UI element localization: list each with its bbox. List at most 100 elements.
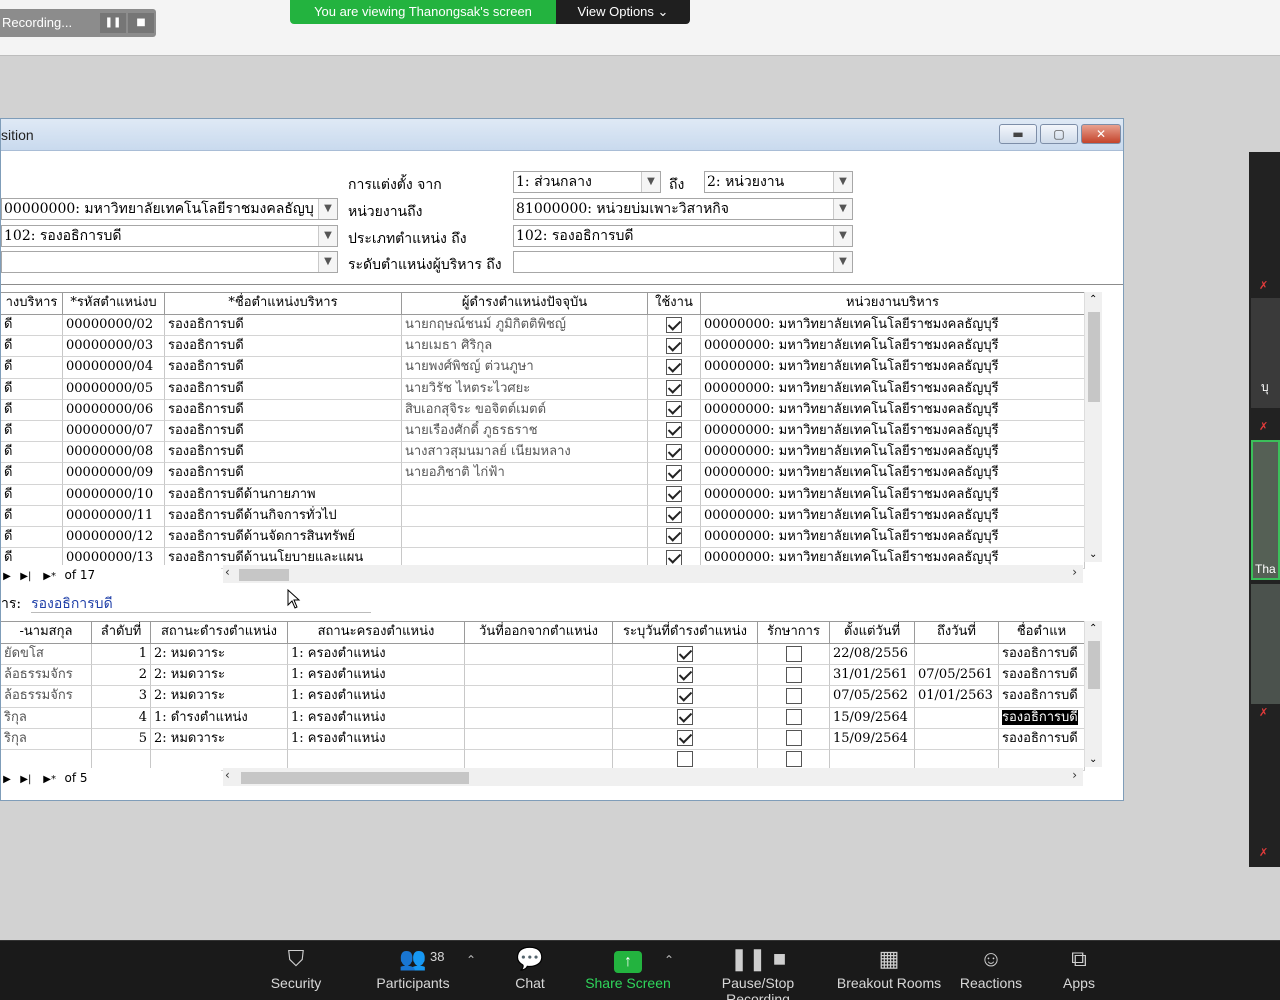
cell-current-holder[interactable]: นายเรืองศักดิ์ ภูธรธราช xyxy=(402,420,648,443)
chevron-right-icon[interactable]: › xyxy=(1072,565,1077,579)
column-header[interactable]: ตั้งแต่วันที่ xyxy=(830,622,915,644)
cell-active[interactable] xyxy=(648,357,701,379)
cell-org[interactable]: 00000000: มหาวิทยาลัยเทคโนโลยีราชมงคลธัญ… xyxy=(701,526,1085,549)
cell-acting[interactable] xyxy=(758,728,830,750)
cell-position-code[interactable]: 00000000/12 xyxy=(63,526,165,549)
cell-col0[interactable]: ดี xyxy=(1,442,63,464)
cell-hold-status[interactable]: 2: หมดวาระ xyxy=(151,686,288,708)
table-row[interactable]: ดี 00000000/05 รองอธิการบดี นายวิรัช ไหตระไ… xyxy=(1,378,1085,400)
cell-active[interactable] xyxy=(648,378,701,400)
acting-checkbox[interactable] xyxy=(785,730,802,747)
chevron-right-icon[interactable]: › xyxy=(1072,768,1077,782)
active-checkbox[interactable] xyxy=(666,422,682,439)
cell-acting[interactable] xyxy=(758,665,830,687)
cell-from-date[interactable]: 15/09/2564 xyxy=(830,707,915,729)
cell-col0[interactable]: ดี xyxy=(1,357,63,379)
specify-date-checkbox[interactable] xyxy=(677,687,693,704)
minimize-button[interactable]: ▬ xyxy=(999,124,1037,144)
level-from-select[interactable]: ▼ xyxy=(1,251,338,273)
cell-to-date[interactable] xyxy=(915,728,999,750)
cell-active[interactable] xyxy=(648,442,701,464)
cell-org[interactable]: 00000000: มหาวิทยาลัยเทคโนโลยีราชมงคลธัญ… xyxy=(701,442,1085,464)
cell-col0[interactable]: ดี xyxy=(1,526,63,549)
table-row[interactable]: ดี 00000000/06 รองอธิการบดี สิบเอกสุจิระ ขอ… xyxy=(1,399,1085,421)
cell-current-holder[interactable]: นายวิรัช ไหตระไวศยะ xyxy=(402,378,648,400)
column-header[interactable]: หน่วยงานบริหาร xyxy=(701,293,1085,315)
active-checkbox[interactable] xyxy=(666,337,682,354)
postype-to-select[interactable]: 102: รองอธิการบดี ▼ xyxy=(513,225,853,247)
positions-grid-vscroll[interactable]: ⌃ ⌄ xyxy=(1084,292,1102,562)
cell-position[interactable]: รองอธิการบดี xyxy=(999,686,1085,708)
cell-col0[interactable]: ดี xyxy=(1,399,63,421)
cell-org[interactable]: 00000000: มหาวิทยาลัยเทคโนโลยีราชมงคลธัญ… xyxy=(701,463,1085,485)
new-record-icon[interactable]: ▶* xyxy=(39,770,61,790)
cell-active[interactable] xyxy=(648,315,701,337)
cell-org[interactable]: 00000000: มหาวิทยาลัยเทคโนโลยีราชมงคลธัญ… xyxy=(701,484,1085,506)
chat-button[interactable]: 💬 Chat xyxy=(500,941,560,1000)
chevron-left-icon[interactable]: ‹ xyxy=(225,565,230,579)
column-header[interactable]: ชื่อตำแห xyxy=(999,622,1085,644)
participant-video-active[interactable]: Tha xyxy=(1251,440,1280,580)
cell-current-holder[interactable]: นายอภิชาติ ไก่ฟ้า xyxy=(402,463,648,485)
cell-org[interactable]: 00000000: มหาวิทยาลัยเทคโนโลยีราชมงคลธัญ… xyxy=(701,315,1085,337)
cell-specify-date[interactable] xyxy=(613,686,758,708)
cell-col0[interactable]: ดี xyxy=(1,378,63,400)
next-record-icon[interactable]: ▶ xyxy=(1,567,13,587)
cell-seq[interactable]: 3 xyxy=(92,686,151,708)
cell-current-holder[interactable]: นายพงศ์พิชญ์ ต่วนภูษา xyxy=(402,357,648,379)
next-record-icon[interactable]: ▶ xyxy=(1,770,13,790)
cell-left-date[interactable] xyxy=(465,707,613,729)
chevron-up-icon[interactable]: ⌃ xyxy=(1089,623,1097,634)
cell-to-date[interactable] xyxy=(915,644,999,666)
breakout-rooms-button[interactable]: ▦ Breakout Rooms xyxy=(836,941,942,1000)
cell-seq[interactable]: 4 xyxy=(92,707,151,729)
cell-current-holder[interactable] xyxy=(402,484,648,506)
table-row[interactable]: ดี 00000000/02 รองอธิการบดี นายกฤษณ์ชนม์ ภู… xyxy=(1,315,1085,337)
cell-surname[interactable]: ริกุล xyxy=(1,728,92,750)
specify-date-checkbox[interactable] xyxy=(677,709,693,726)
table-row[interactable]: ดี 00000000/09 รองอธิการบดี นายอภิชาติ ไก่ฟ… xyxy=(1,463,1085,485)
table-row[interactable]: ริกุล 5 2: หมดวาระ 1: ครองตำแหน่ง 15/09/2564… xyxy=(1,728,1085,750)
cell-position-code[interactable]: 00000000/08 xyxy=(63,442,165,464)
active-checkbox[interactable] xyxy=(666,549,682,566)
cell-occupy-status[interactable]: 1: ครองตำแหน่ง xyxy=(288,644,465,666)
cell-position-name[interactable]: รองอธิการบดี xyxy=(165,378,402,400)
cell-org[interactable]: 00000000: มหาวิทยาลัยเทคโนโลยีราชมงคลธัญ… xyxy=(701,399,1085,421)
column-header[interactable]: *ชื่อตำแหน่งบริหาร xyxy=(165,293,402,315)
cell-surname[interactable]: ริกุล xyxy=(1,707,92,729)
share-screen-button[interactable]: ↑ Share Screen xyxy=(584,941,672,1000)
active-checkbox[interactable] xyxy=(666,507,682,524)
cell-position[interactable]: รองอธิการบดี xyxy=(999,665,1085,687)
cell-from-date[interactable]: 07/05/2562 xyxy=(830,686,915,708)
column-header[interactable]: รักษาการ xyxy=(758,622,830,644)
cell-current-holder[interactable]: นายเมธา ศิริกุล xyxy=(402,336,648,358)
acting-checkbox[interactable] xyxy=(785,709,802,726)
acting-checkbox[interactable] xyxy=(785,666,802,683)
cell-surname[interactable]: ล้อธรรมจักร xyxy=(1,686,92,708)
cell-position-code[interactable]: 00000000/10 xyxy=(63,484,165,506)
active-checkbox[interactable] xyxy=(666,528,682,545)
column-header[interactable]: ระบุวันที่ดำรงตำแหน่ง xyxy=(613,622,758,644)
table-row[interactable]: ดี 00000000/08 รองอธิการบดี นางสาวสุมนมาลย์… xyxy=(1,442,1085,464)
cell-seq[interactable]: 5 xyxy=(92,728,151,750)
cell-position-name[interactable]: รองอธิการบดีด้านกายภาพ xyxy=(165,484,402,506)
maximize-button[interactable]: ▢ xyxy=(1040,124,1078,144)
cell-acting[interactable] xyxy=(758,707,830,729)
reactions-button[interactable]: ☺ Reactions xyxy=(952,941,1030,1000)
cell-active[interactable] xyxy=(648,336,701,358)
table-row[interactable]: ดี 00000000/07 รองอธิการบดี นายเรืองศักดิ์ … xyxy=(1,420,1085,443)
cell-left-date[interactable] xyxy=(465,644,613,666)
table-row[interactable]: ยัดขโส 1 2: หมดวาระ 1: ครองตำแหน่ง 22/08/255… xyxy=(1,644,1085,666)
cell-to-date[interactable] xyxy=(915,707,999,729)
cell-position-name[interactable]: รองอธิการบดี xyxy=(165,315,402,337)
cell-current-holder[interactable]: นางสาวสุมนมาลย์ เนียมหลาง xyxy=(402,442,648,464)
column-header[interactable]: สถานะดำรงตำแหน่ง xyxy=(151,622,288,644)
security-button[interactable]: ⛉ Security xyxy=(258,941,334,1000)
empty-checkbox[interactable] xyxy=(785,751,802,768)
cell-position-code[interactable]: 00000000/07 xyxy=(63,420,165,443)
cell-position-code[interactable]: 00000000/04 xyxy=(63,357,165,379)
cell-current-holder[interactable] xyxy=(402,526,648,549)
column-header[interactable]: -นามสกุล xyxy=(1,622,92,644)
cell-position[interactable]: รองอธิการบดี xyxy=(999,707,1085,729)
cell-specify-date[interactable] xyxy=(613,665,758,687)
